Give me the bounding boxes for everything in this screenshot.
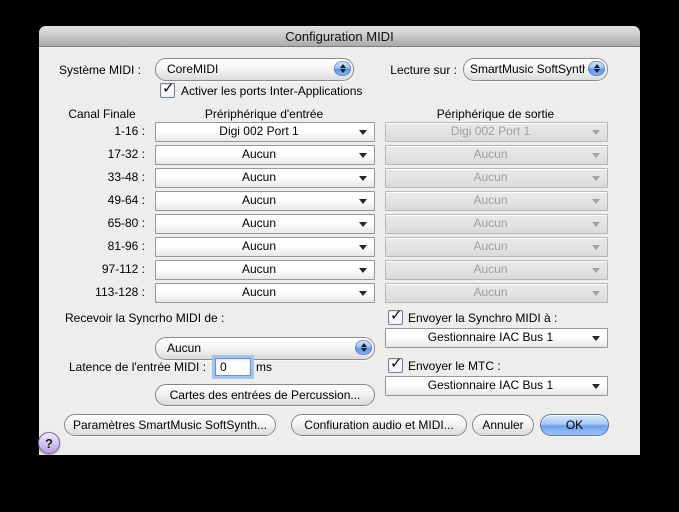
cancel-button[interactable]: Annuler	[472, 414, 534, 436]
dropdown-arrow-icon	[592, 268, 600, 273]
dropdown-arrow-icon	[592, 245, 600, 250]
system-midi-value: CoreMIDI	[167, 62, 219, 76]
dropdown-arrow-icon	[359, 199, 367, 204]
channel-row-label: 1-16 :	[114, 124, 145, 138]
dropdown-arrow-icon	[359, 291, 367, 296]
receive-sync-label: Recevoir la Syncrho MIDI de :	[65, 311, 225, 325]
ok-button[interactable]: OK	[540, 414, 609, 436]
dropdown-arrow-icon	[359, 245, 367, 250]
checkmark-icon: ✓	[390, 307, 403, 324]
audio-midi-config-button[interactable]: Confiuration audio et MIDI...	[291, 414, 467, 436]
latency-input[interactable]	[215, 358, 251, 376]
inter-apps-checkbox[interactable]: ✓	[160, 80, 175, 98]
output-device-select: Digi 002 Port 1	[385, 122, 608, 142]
channel-column-header: Canal Finale	[68, 107, 136, 121]
dropdown-arrow-icon	[359, 176, 367, 181]
channel-row-label: 49-64 :	[107, 193, 145, 207]
output-device-select: Aucun	[385, 145, 608, 165]
question-mark-icon: ?	[45, 435, 53, 451]
output-device-select: Aucun	[385, 168, 608, 188]
receive-sync-select[interactable]: Aucun	[155, 337, 375, 360]
input-column-header: Prériphérique d'entrée	[204, 107, 324, 121]
output-device-select: Aucun	[385, 283, 608, 303]
input-device-select[interactable]: Aucun	[155, 214, 375, 234]
channel-row-label: 65-80 :	[107, 216, 145, 230]
dropdown-arrow-icon	[592, 384, 600, 389]
percussion-maps-button[interactable]: Cartes des entrées de Percussion...	[155, 384, 375, 406]
dropdown-arrow-icon	[592, 176, 600, 181]
window-title: Configuration MIDI	[285, 28, 394, 44]
playback-select[interactable]: SmartMusic SoftSynth	[463, 58, 608, 81]
midi-configuration-dialog: Configuration MIDI Système MIDI : CoreMI…	[38, 26, 640, 455]
system-midi-label: Système MIDI :	[58, 63, 141, 77]
title-bar[interactable]: Configuration MIDI	[39, 26, 640, 47]
stepper-icon	[334, 61, 351, 76]
input-device-select[interactable]: Aucun	[155, 168, 375, 188]
send-sync-checkbox[interactable]: ✓	[388, 307, 403, 325]
output-device-select: Aucun	[385, 191, 608, 211]
input-device-select[interactable]: Aucun	[155, 237, 375, 257]
system-midi-select[interactable]: CoreMIDI	[155, 58, 354, 81]
channel-row-label: 97-112 :	[101, 262, 145, 276]
channel-row-label: 113-128 :	[95, 285, 145, 299]
channel-row-label: 33-48 :	[107, 170, 145, 184]
checkmark-icon: ✓	[390, 355, 403, 372]
dropdown-arrow-icon	[359, 222, 367, 227]
help-button[interactable]: ?	[38, 432, 60, 454]
input-device-select[interactable]: Aucun	[155, 145, 375, 165]
channel-row-label: 17-32 :	[107, 147, 145, 161]
dropdown-arrow-icon	[592, 336, 600, 341]
latency-unit: ms	[256, 360, 272, 374]
softsynth-settings-button[interactable]: Paramètres SmartMusic SoftSynth...	[64, 414, 276, 436]
dropdown-arrow-icon	[359, 268, 367, 273]
output-device-select: Aucun	[385, 237, 608, 257]
latency-label: Latence de l'entrée MIDI :	[69, 360, 207, 374]
dropdown-arrow-icon	[592, 130, 600, 135]
checkmark-icon: ✓	[162, 80, 175, 97]
dropdown-arrow-icon	[359, 153, 367, 158]
input-device-select[interactable]: Aucun	[155, 283, 375, 303]
dropdown-arrow-icon	[592, 222, 600, 227]
send-mtc-select[interactable]: Gestionnaire IAC Bus 1	[385, 376, 608, 396]
send-sync-label: Envoyer la Synchro MIDI à :	[408, 311, 558, 325]
channel-row-label: 81-96 :	[107, 239, 145, 253]
output-device-select: Aucun	[385, 214, 608, 234]
dropdown-arrow-icon	[592, 291, 600, 296]
dropdown-arrow-icon	[592, 153, 600, 158]
output-column-header: Périphérique de sortie	[436, 107, 555, 121]
dropdown-arrow-icon	[592, 199, 600, 204]
stepper-icon	[588, 61, 605, 76]
playback-label: Lecture sur :	[390, 63, 457, 77]
send-mtc-checkbox[interactable]: ✓	[388, 355, 403, 373]
send-sync-select[interactable]: Gestionnaire IAC Bus 1	[385, 328, 608, 348]
input-device-select[interactable]: Digi 002 Port 1	[155, 122, 375, 142]
dropdown-arrow-icon	[359, 130, 367, 135]
input-device-select[interactable]: Aucun	[155, 191, 375, 211]
receive-sync-value: Aucun	[167, 341, 202, 355]
output-device-select: Aucun	[385, 260, 608, 280]
inter-apps-label: Activer les ports Inter-Applications	[181, 84, 363, 98]
input-device-select[interactable]: Aucun	[155, 260, 375, 280]
send-mtc-label: Envoyer le MTC :	[408, 359, 501, 373]
stepper-icon	[355, 340, 372, 355]
playback-value: SmartMusic SoftSynth	[470, 62, 585, 76]
